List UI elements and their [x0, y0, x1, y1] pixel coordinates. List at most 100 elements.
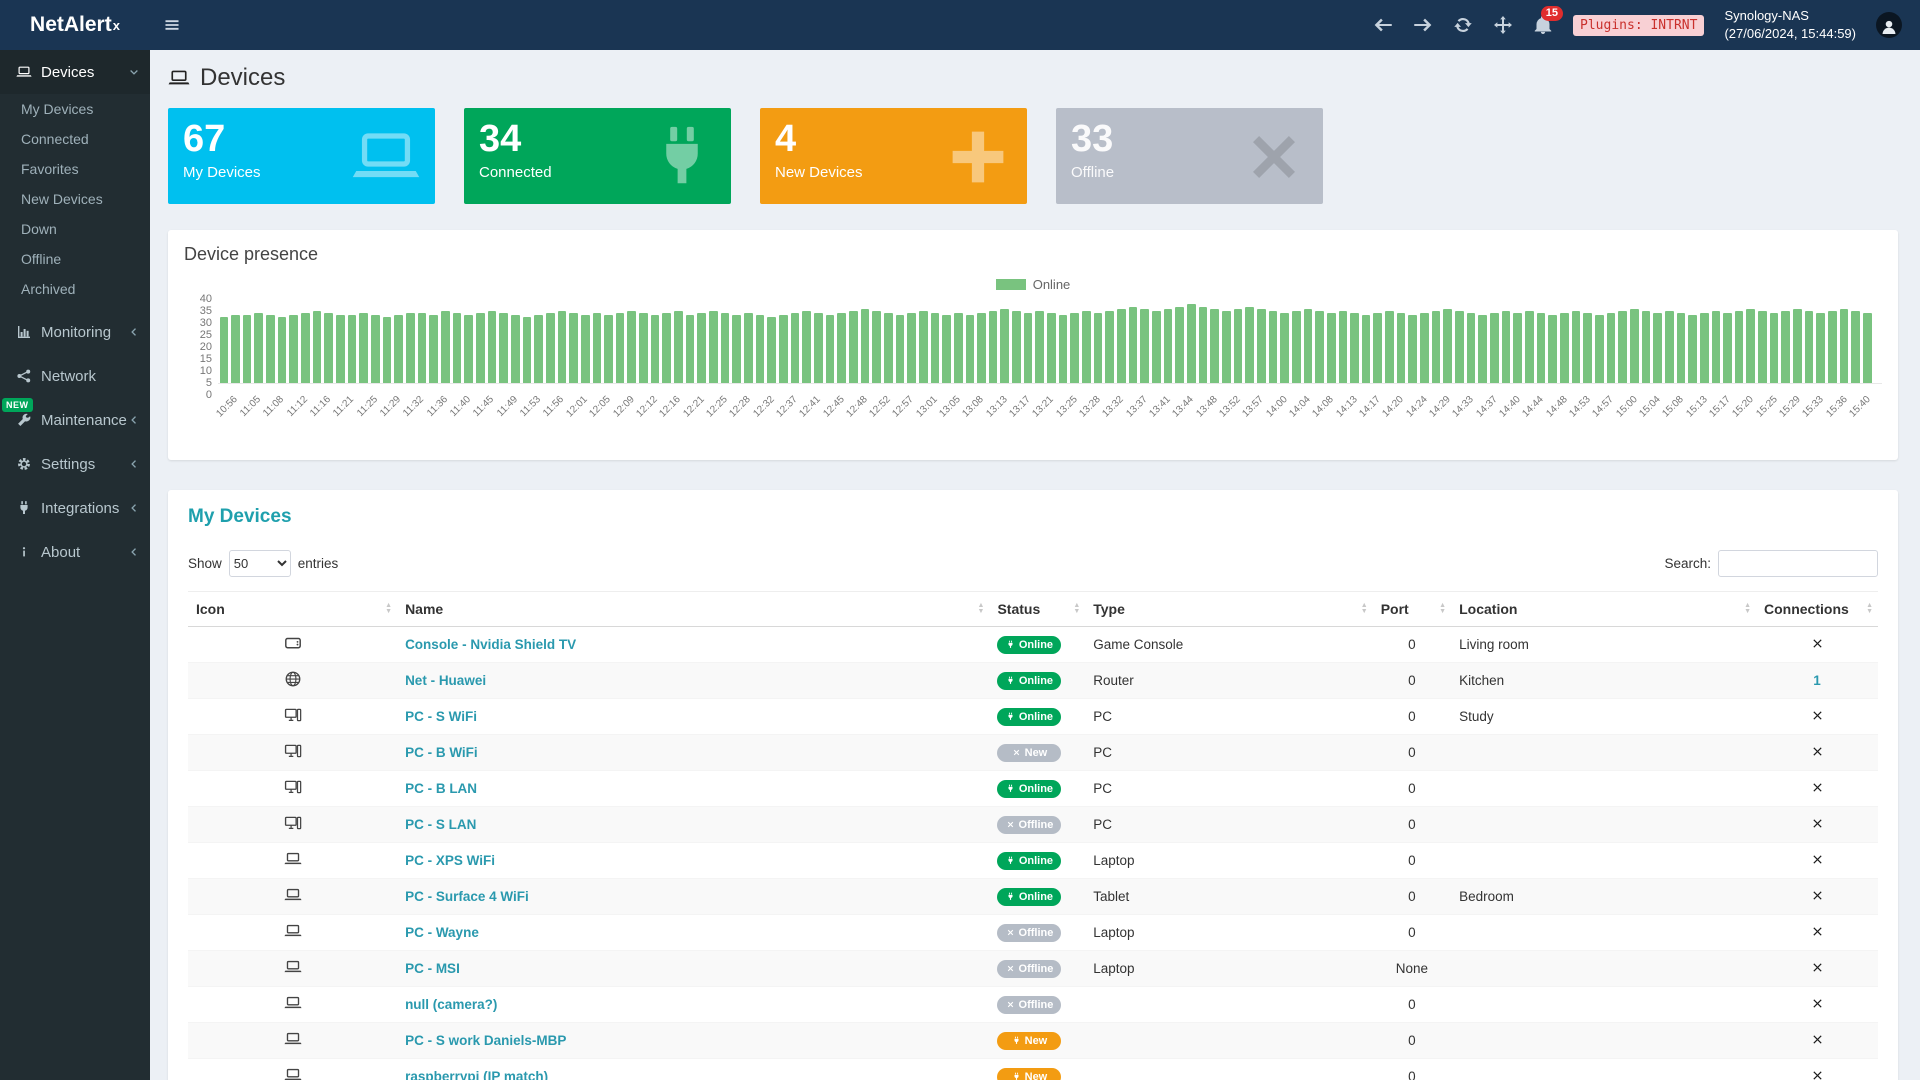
sidebar: Devices My DevicesConnectedFavoritesNew …: [0, 50, 150, 1080]
stat-card-offline[interactable]: 33 Offline: [1056, 108, 1323, 204]
chart-legend[interactable]: Online: [184, 277, 1882, 292]
sort-icon[interactable]: ▲▼: [1866, 603, 1873, 615]
device-type: Laptop: [1085, 843, 1372, 879]
device-location: [1451, 807, 1756, 843]
device-name-link[interactable]: PC - Surface 4 WiFi: [405, 889, 529, 904]
sidebar-item-devices[interactable]: Devices: [0, 50, 150, 94]
clear-connections-icon[interactable]: [1810, 924, 1825, 939]
device-name-link[interactable]: PC - Wayne: [405, 925, 479, 940]
sort-icon[interactable]: ▲▼: [1439, 603, 1446, 615]
clear-connections-icon[interactable]: [1810, 852, 1825, 867]
x-axis-label: 12:21: [685, 390, 708, 446]
device-name-link[interactable]: PC - XPS WiFi: [405, 853, 495, 868]
sidebar-item-monitoring[interactable]: Monitoring: [0, 310, 150, 354]
nav-back-button[interactable]: [1373, 15, 1393, 35]
sort-icon[interactable]: ▲▼: [1073, 603, 1080, 615]
sidebar-item-settings[interactable]: Settings: [0, 442, 150, 486]
x-axis-label: 11:21: [335, 390, 358, 446]
x-axis-label: 13:52: [1221, 390, 1244, 446]
sidebar-subitem-down[interactable]: Down: [0, 214, 150, 244]
clear-connections-icon[interactable]: [1810, 816, 1825, 831]
x-axis-label: 15:40: [1851, 390, 1874, 446]
sort-icon[interactable]: ▲▼: [1361, 603, 1368, 615]
table-row: PC - Surface 4 WiFiOnlineTablet0Bedroom: [188, 879, 1878, 915]
chart-bar: [1630, 309, 1639, 383]
chart-bar: [697, 313, 706, 383]
sidebar-subitem-archived[interactable]: Archived: [0, 274, 150, 304]
clear-connections-icon[interactable]: [1810, 996, 1825, 1011]
topbar-actions: 15 Plugins: INTRNT Synology-NAS (27/06/2…: [1373, 7, 1920, 42]
sidebar-item-network[interactable]: Network: [0, 354, 150, 398]
brand-sup: x: [113, 18, 120, 33]
brand-logo[interactable]: NetAlertx: [0, 0, 150, 50]
device-location: [1451, 915, 1756, 951]
sidebar-subitem-favorites[interactable]: Favorites: [0, 154, 150, 184]
column-header-type[interactable]: Type▲▼: [1085, 592, 1372, 627]
device-name-link[interactable]: null (camera?): [405, 997, 497, 1012]
notifications-count-badge: 15: [1541, 6, 1563, 21]
status-label: Online: [1019, 639, 1053, 651]
clear-connections-icon[interactable]: [1810, 960, 1825, 975]
notifications-button[interactable]: 15: [1533, 15, 1553, 35]
device-name-link[interactable]: PC - S LAN: [405, 817, 476, 832]
user-avatar[interactable]: [1876, 12, 1902, 38]
device-port: 0: [1373, 915, 1451, 951]
clear-connections-icon[interactable]: [1810, 744, 1825, 759]
chart-bar: [1432, 311, 1441, 383]
device-port: 0: [1373, 879, 1451, 915]
device-name-link[interactable]: Net - Huawei: [405, 673, 486, 688]
sidebar-subitem-my-devices[interactable]: My Devices: [0, 94, 150, 124]
sidebar-toggle-button[interactable]: [150, 0, 194, 50]
move-widgets-button[interactable]: [1493, 15, 1513, 35]
sidebar-subitem-offline[interactable]: Offline: [0, 244, 150, 274]
device-name-link[interactable]: PC - MSI: [405, 961, 460, 976]
nav-forward-button[interactable]: [1413, 15, 1433, 35]
gear-icon: [16, 456, 32, 472]
device-name-link[interactable]: PC - B LAN: [405, 781, 477, 796]
x-axis-label: 10:56: [218, 390, 241, 446]
clear-connections-icon[interactable]: [1810, 1032, 1825, 1047]
sidebar-item-about[interactable]: About: [0, 530, 150, 574]
laptop-icon: [351, 122, 421, 192]
x-axis-label: 12:37: [778, 390, 801, 446]
sort-icon[interactable]: ▲▼: [1744, 603, 1751, 615]
connections-count-link[interactable]: 1: [1813, 673, 1821, 688]
clear-connections-icon[interactable]: [1810, 708, 1825, 723]
column-header-port[interactable]: Port▲▼: [1373, 592, 1451, 627]
device-name-link[interactable]: raspberrypi (IP match): [405, 1069, 548, 1080]
stat-card-my-devices[interactable]: 67 My Devices: [168, 108, 435, 204]
device-name-link[interactable]: PC - S work Daniels-MBP: [405, 1033, 566, 1048]
device-name-link[interactable]: Console - Nvidia Shield TV: [405, 637, 576, 652]
column-header-connections[interactable]: Connections▲▼: [1756, 592, 1878, 627]
refresh-button[interactable]: [1453, 15, 1473, 35]
device-location: Kitchen: [1451, 663, 1756, 699]
plugins-status-badge[interactable]: Plugins: INTRNT: [1573, 15, 1704, 36]
search-input[interactable]: [1718, 550, 1878, 577]
stat-card-connected[interactable]: 34 Connected: [464, 108, 731, 204]
chart-bar: [861, 309, 870, 383]
clear-connections-icon[interactable]: [1810, 1068, 1825, 1080]
laptop-icon: [284, 958, 302, 976]
chart-bar: [1490, 313, 1499, 383]
clear-connections-icon[interactable]: [1810, 636, 1825, 651]
clear-connections-icon[interactable]: [1810, 780, 1825, 795]
column-header-name[interactable]: Name▲▼: [397, 592, 989, 627]
x-axis-label: 13:17: [1011, 390, 1034, 446]
device-name-link[interactable]: PC - S WiFi: [405, 709, 477, 724]
sort-icon[interactable]: ▲▼: [978, 603, 985, 615]
page-length-select[interactable]: 50: [229, 550, 291, 577]
sidebar-item-integrations[interactable]: Integrations: [0, 486, 150, 530]
x-axis-label: 14:00: [1268, 390, 1291, 446]
desktop-icon: [284, 706, 302, 724]
sidebar-subitem-new-devices[interactable]: New Devices: [0, 184, 150, 214]
column-header-status[interactable]: Status▲▼: [989, 592, 1085, 627]
column-header-icon[interactable]: Icon▲▼: [188, 592, 397, 627]
chart-bar: [441, 311, 450, 383]
stat-card-new-devices[interactable]: 4 New Devices: [760, 108, 1027, 204]
device-name-link[interactable]: PC - B WiFi: [405, 745, 478, 760]
column-header-location[interactable]: Location▲▼: [1451, 592, 1756, 627]
sort-icon[interactable]: ▲▼: [385, 603, 392, 615]
clear-connections-icon[interactable]: [1810, 888, 1825, 903]
plug-icon: [1012, 1036, 1021, 1045]
sidebar-subitem-connected[interactable]: Connected: [0, 124, 150, 154]
